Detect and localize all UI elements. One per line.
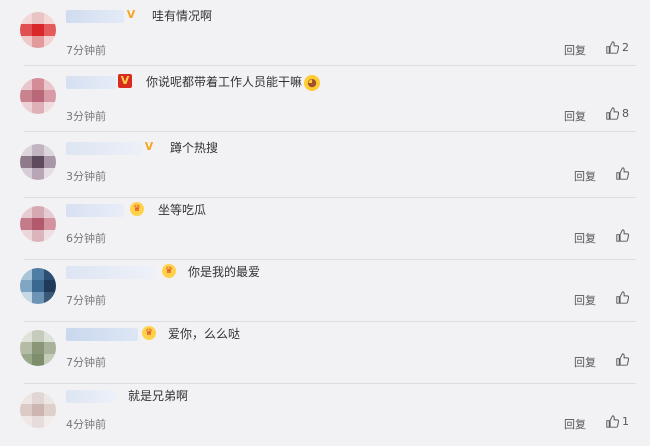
comment-text: 你说呢都带着工作人员能干嘛 ◕ [146, 74, 321, 91]
comment-text: 坐等吃瓜 [158, 203, 207, 217]
avatar[interactable] [20, 268, 56, 304]
thumbs-up-icon [616, 353, 629, 366]
username-blurred[interactable] [66, 328, 138, 341]
username-blurred[interactable] [66, 10, 124, 23]
crown-badge-icon: ♛ [162, 264, 176, 278]
like-count: 8 [622, 107, 629, 120]
smirk-emoji-icon: ◕ [304, 74, 321, 91]
like-button[interactable]: 8 [606, 107, 629, 120]
like-button[interactable] [616, 353, 629, 366]
reply-button[interactable]: 回复 [574, 168, 596, 184]
thumbs-up-icon [606, 41, 619, 54]
thumbs-up-icon [616, 167, 629, 180]
comment-text: 你是我的最爱 [188, 265, 261, 279]
reply-button[interactable]: 回复 [574, 292, 596, 308]
like-count: 1 [622, 415, 629, 428]
comment-row: ♛ 坐等吃瓜 6分钟前 回复 [0, 194, 650, 260]
timestamp: 7分钟前 [66, 356, 106, 369]
like-button[interactable]: 1 [606, 415, 629, 428]
comment-text-content: 你说呢都带着工作人员能干嘛 [146, 75, 303, 89]
comment-text: 爱你，么么哒 [168, 327, 241, 341]
like-count: 2 [622, 41, 629, 54]
like-button[interactable] [616, 167, 629, 180]
crown-badge-icon: ♛ [130, 202, 144, 216]
username-blurred[interactable] [66, 142, 142, 155]
comment-row: V 你说呢都带着工作人员能干嘛 ◕ 3分钟前 回复 8 [0, 66, 650, 132]
comment-text: 就是兄弟啊 [128, 389, 189, 403]
comment-row: ♛ 爱你，么么哒 7分钟前 回复 [0, 318, 650, 384]
avatar[interactable] [20, 144, 56, 180]
reply-button[interactable]: 回复 [574, 354, 596, 370]
comment-row: ♛ 你是我的最爱 7分钟前 回复 [0, 256, 650, 322]
reply-button[interactable]: 回复 [574, 230, 596, 246]
timestamp: 6分钟前 [66, 232, 106, 245]
vip-badge-icon: V [126, 8, 136, 21]
vip-badge-icon: V [144, 140, 154, 153]
timestamp: 3分钟前 [66, 170, 106, 183]
avatar[interactable] [20, 392, 56, 428]
comment-text: 蹲个热搜 [170, 141, 219, 155]
thumbs-up-icon [616, 291, 629, 304]
username-blurred[interactable] [66, 204, 124, 217]
username-blurred[interactable] [66, 390, 116, 403]
timestamp: 7分钟前 [66, 294, 106, 307]
thumbs-up-icon [606, 415, 619, 428]
username-blurred[interactable] [66, 266, 156, 279]
thumbs-up-icon [616, 229, 629, 242]
comment-list: V 哇有情况啊 7分钟前 回复 2 V 你说呢都带着工作人员能干嘛 ◕ 3分钟前 … [0, 0, 650, 446]
reply-button[interactable]: 回复 [564, 42, 586, 58]
avatar[interactable] [20, 12, 56, 48]
comment-row: 就是兄弟啊 4分钟前 回复 1 [0, 380, 650, 442]
comment-text: 哇有情况啊 [152, 9, 213, 23]
vip-badge-icon: V [118, 74, 132, 88]
like-button[interactable] [616, 229, 629, 242]
reply-button[interactable]: 回复 [564, 108, 586, 124]
avatar[interactable] [20, 330, 56, 366]
timestamp: 7分钟前 [66, 44, 106, 57]
timestamp: 4分钟前 [66, 418, 106, 431]
crown-badge-icon: ♛ [142, 326, 156, 340]
like-button[interactable] [616, 291, 629, 304]
reply-button[interactable]: 回复 [564, 416, 586, 432]
avatar[interactable] [20, 206, 56, 242]
comment-row: V 哇有情况啊 7分钟前 回复 2 [0, 0, 650, 66]
thumbs-up-icon [606, 107, 619, 120]
like-button[interactable]: 2 [606, 41, 629, 54]
username-blurred[interactable] [66, 76, 116, 89]
comment-row: V 蹲个热搜 3分钟前 回复 [0, 132, 650, 198]
timestamp: 3分钟前 [66, 110, 106, 123]
avatar[interactable] [20, 78, 56, 114]
